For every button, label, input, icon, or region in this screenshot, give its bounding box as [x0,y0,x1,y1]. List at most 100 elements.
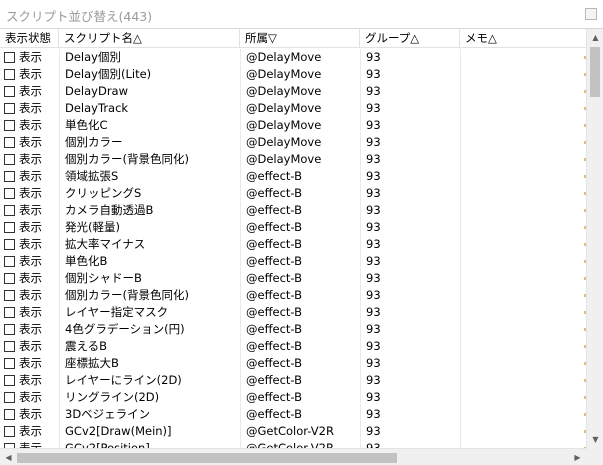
table-row[interactable]: 表示 単色化C @DelayMove 93 [0,117,586,134]
state-label: 表示 [19,424,42,438]
script-group: 93 [366,305,381,319]
script-memo [460,389,584,406]
column-header-memo[interactable]: メモ△ [460,29,586,48]
table-row[interactable]: 表示 リングライン(2D) @effect-B 93 [0,389,586,406]
script-group: 93 [366,203,381,217]
checkbox-icon[interactable] [4,341,15,352]
checkbox-icon[interactable] [4,120,15,131]
checkbox-icon[interactable] [4,171,15,182]
script-name: Delay個別 [65,50,121,64]
checkbox-icon[interactable] [4,52,15,63]
table-row[interactable]: 表示 領域拡張S @effect-B 93 [0,168,586,185]
script-memo [460,253,584,270]
table-row[interactable]: 表示 拡大率マイナス @effect-B 93 [0,236,586,253]
table-row[interactable]: 表示 単色化B @effect-B 93 [0,253,586,270]
horizontal-scrollbar[interactable]: ◀ ▶ [0,448,586,465]
checkbox-icon[interactable] [4,273,15,284]
table-row[interactable]: 表示 クリッピングS @effect-B 93 [0,185,586,202]
window-title: スクリプト並び替え(443) [6,9,153,24]
list-header: 表示状態 スクリプト名△ 所属▽ グループ△ メモ△ [0,29,586,48]
table-row[interactable]: 表示 個別シャドーB @effect-B 93 [0,270,586,287]
checkbox-icon[interactable] [4,256,15,267]
script-group: 93 [366,186,381,200]
state-label: 表示 [19,339,42,353]
table-row[interactable]: 表示 個別カラー(背景色同化) @DelayMove 93 [0,151,586,168]
table-row[interactable]: 表示 DelayTrack @DelayMove 93 [0,100,586,117]
right-arrow-icon[interactable]: ▶ [569,449,586,465]
table-row[interactable]: 表示 震えるB @effect-B 93 [0,338,586,355]
script-memo [460,287,584,304]
column-header-state[interactable]: 表示状態 [0,29,59,48]
checkbox-icon[interactable] [4,103,15,114]
column-header-group[interactable]: グループ△ [360,29,460,48]
table-row[interactable]: 表示 カメラ自動透過B @effect-B 93 [0,202,586,219]
script-owner: @effect-B [246,220,303,234]
state-label: 表示 [19,67,42,81]
checkbox-icon[interactable] [4,375,15,386]
script-owner: @DelayMove [246,135,322,149]
table-row[interactable]: 表示 個別カラー @DelayMove 93 [0,134,586,151]
close-button[interactable] [585,8,597,20]
table-row[interactable]: 表示 発光(軽量) @effect-B 93 [0,219,586,236]
table-row[interactable]: 表示 DelayDraw @DelayMove 93 [0,83,586,100]
checkbox-icon[interactable] [4,358,15,369]
checkbox-icon[interactable] [4,137,15,148]
state-label: 表示 [19,237,42,251]
script-owner: @DelayMove [246,152,322,166]
table-row[interactable]: 表示 3Dベジェライン @effect-B 93 [0,406,586,423]
state-cell: 表示 [0,389,59,406]
checkbox-icon[interactable] [4,188,15,199]
checkbox-icon[interactable] [4,290,15,301]
script-owner: @DelayMove [246,67,322,81]
script-group: 93 [366,356,381,370]
checkbox-icon[interactable] [4,392,15,403]
vertical-scrollbar[interactable]: ▲ ▼ [586,29,603,448]
checkbox-icon[interactable] [4,69,15,80]
state-label: 表示 [19,373,42,387]
checkbox-icon[interactable] [4,426,15,437]
table-row[interactable]: 表示 Delay個別 @DelayMove 93 [0,49,586,66]
down-arrow-icon[interactable]: ▼ [587,431,603,448]
checkbox-icon[interactable] [4,307,15,318]
script-owner: @effect-B [246,390,303,404]
script-name: 個別シャドーB [65,271,142,285]
scrollbar-corner [586,448,603,465]
column-header-name[interactable]: スクリプト名△ [59,29,240,48]
state-label: 表示 [19,390,42,404]
checkbox-icon[interactable] [4,86,15,97]
table-row[interactable]: 表示 レイヤー指定マスク @effect-B 93 [0,304,586,321]
script-owner: @effect-B [246,254,303,268]
checkbox-icon[interactable] [4,409,15,420]
state-cell: 表示 [0,151,59,168]
script-group: 93 [366,373,381,387]
script-group: 93 [366,118,381,132]
checkbox-icon[interactable] [4,222,15,233]
checkbox-icon[interactable] [4,154,15,165]
column-header-owner[interactable]: 所属▽ [240,29,360,48]
checkbox-icon[interactable] [4,324,15,335]
script-group: 93 [366,50,381,64]
checkbox-icon[interactable] [4,239,15,250]
script-memo [460,423,584,440]
state-cell: 表示 [0,168,59,185]
horizontal-scroll-thumb[interactable] [17,453,397,463]
checkbox-icon[interactable] [4,205,15,216]
table-row[interactable]: 表示 個別カラー(背景色同化) @effect-B 93 [0,287,586,304]
script-name: GCv2[Draw(Mein)] [65,424,172,438]
up-arrow-icon[interactable]: ▲ [587,29,603,46]
table-row[interactable]: 表示 座標拡大B @effect-B 93 [0,355,586,372]
script-memo [460,66,584,83]
left-arrow-icon[interactable]: ◀ [0,449,17,465]
script-name: 座標拡大B [65,356,119,370]
table-row[interactable]: 表示 Delay個別(Lite) @DelayMove 93 [0,66,586,83]
state-cell: 表示 [0,287,59,304]
script-owner: @effect-B [246,373,303,387]
vertical-scroll-thumb[interactable] [590,47,600,97]
state-label: 表示 [19,305,42,319]
table-row[interactable]: 表示 レイヤーにライン(2D) @effect-B 93 [0,372,586,389]
table-row[interactable]: 表示 GCv2[Draw(Mein)] @GetColor-V2R 93 [0,423,586,440]
script-memo [460,372,584,389]
table-row[interactable]: 表示 4色グラデーション(円) @effect-B 93 [0,321,586,338]
script-owner: @effect-B [246,237,303,251]
script-memo [460,321,584,338]
